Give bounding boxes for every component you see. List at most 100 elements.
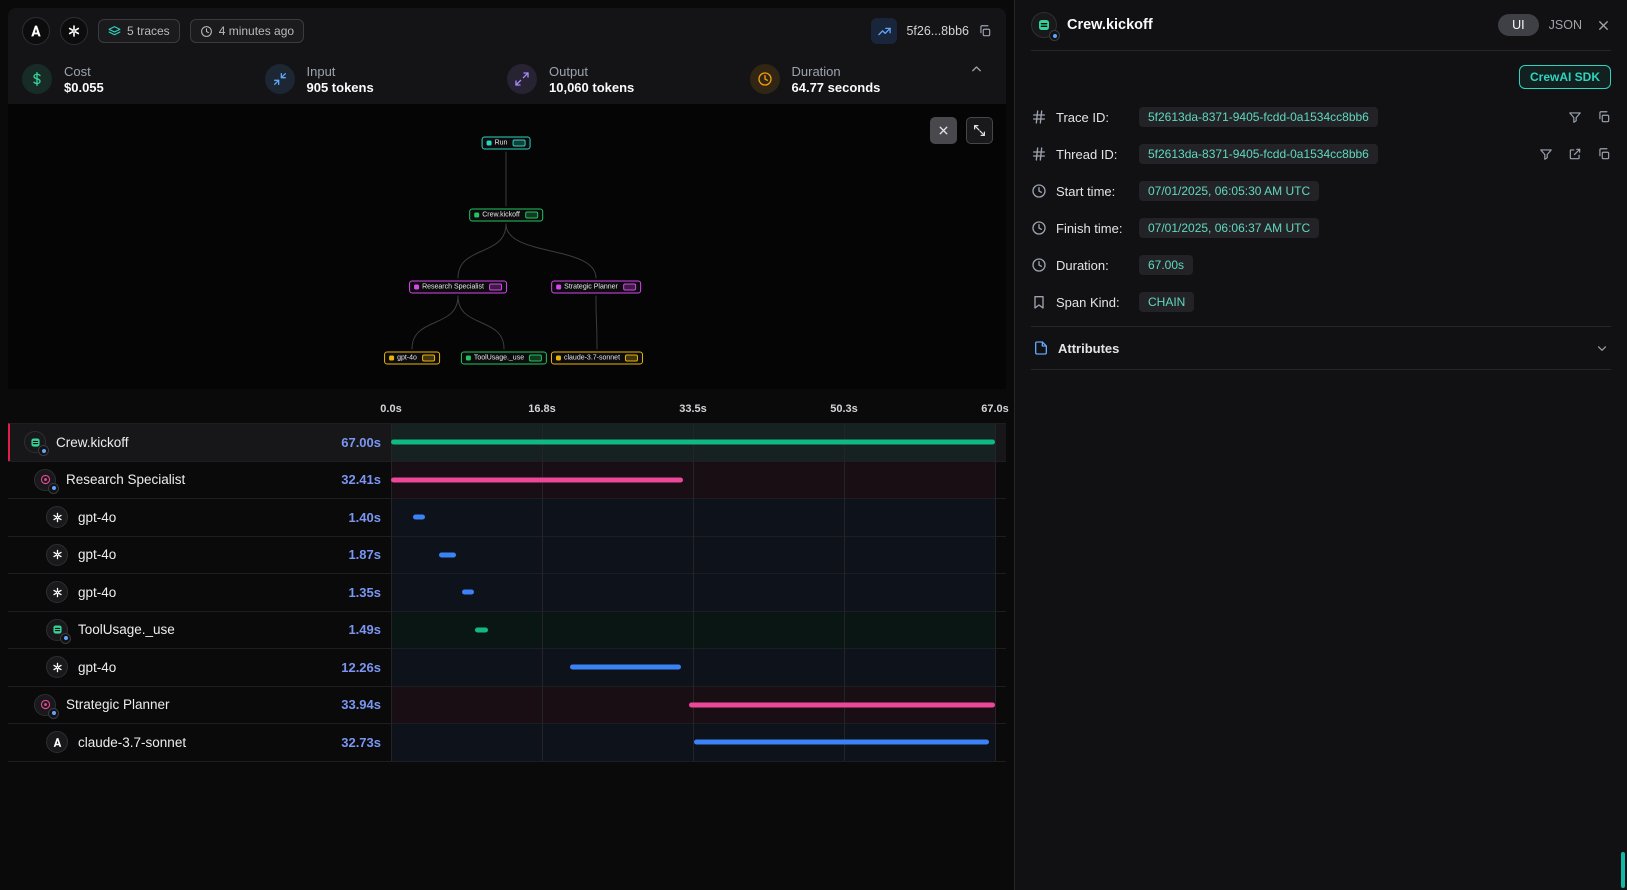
stat-label: Output: [549, 64, 634, 79]
trending-up-icon: [877, 24, 892, 39]
anthropic-logo-icon: [22, 17, 50, 45]
filter-icon[interactable]: [1568, 110, 1582, 124]
node-label: Run: [495, 140, 508, 147]
span-name-cell: Strategic Planner33.94s: [8, 687, 391, 724]
stats-row: Cost$0.055Input905 tokensOutput10,060 to…: [8, 54, 1006, 104]
field-finish-time-: Finish time:07/01/2025, 06:06:37 AM UTC: [1031, 215, 1611, 241]
close-panel-button[interactable]: [1596, 18, 1611, 33]
external-icon[interactable]: [1568, 147, 1582, 161]
trace-main-area: 5 traces 4 minutes ago 5f26...8bb6: [0, 0, 1014, 890]
field-value: 5f2613da-8371-9405-fcdd-0a1534cc8bb6: [1139, 144, 1378, 164]
stat-duration: Duration64.77 seconds: [750, 64, 993, 95]
span-track: [391, 537, 995, 574]
stat-output: Output10,060 tokens: [507, 64, 750, 95]
node-type-dot: [556, 285, 561, 290]
field-label: Finish time:: [1056, 221, 1130, 236]
span-name: gpt-4o: [78, 585, 116, 600]
span-duration: 1.35s: [348, 585, 391, 600]
field-span-kind-: Span Kind:CHAIN: [1031, 289, 1611, 315]
expand-graph-button[interactable]: [966, 117, 993, 144]
scrollbar-thumb[interactable]: [1621, 852, 1625, 888]
span-row-strategic-planner[interactable]: Strategic Planner33.94s: [8, 686, 1006, 724]
node-tag: [489, 284, 502, 291]
instrumentation-mini-badge: [38, 445, 49, 456]
copy-icon[interactable]: [1597, 110, 1611, 124]
span-bar[interactable]: [694, 740, 989, 745]
span-bar[interactable]: [475, 627, 488, 632]
axis-tick: 16.8s: [528, 403, 556, 415]
span-row-gpt-4o[interactable]: gpt-4o1.40s: [8, 498, 1006, 536]
stats-items: Cost$0.055Input905 tokensOutput10,060 to…: [22, 64, 992, 95]
span-duration: 12.26s: [341, 660, 391, 675]
span-row-crew-kickoff[interactable]: Crew.kickoff67.00s: [8, 423, 1006, 461]
tab-ui[interactable]: UI: [1498, 14, 1539, 36]
openai-icon: [46, 656, 68, 678]
crew-icon: [24, 431, 46, 453]
span-name: Crew.kickoff: [56, 435, 129, 450]
graph-node-run[interactable]: Run: [482, 137, 531, 150]
agent-icon: [34, 694, 56, 716]
span-row-claude-3-7-sonnet[interactable]: claude-3.7-sonnet32.73s: [8, 723, 1006, 761]
traces-count-label: 5 traces: [127, 24, 170, 38]
span-duration: 32.73s: [341, 735, 391, 750]
trace-graph-canvas[interactable]: Run Crew.kickoff Research Specialist Strate…: [8, 104, 1006, 389]
copy-trace-id-button[interactable]: [978, 24, 992, 38]
field-label: Span Kind:: [1056, 295, 1130, 310]
span-track: [391, 724, 995, 761]
span-row-gpt-4o[interactable]: gpt-4o12.26s: [8, 648, 1006, 686]
graph-node-gpt[interactable]: gpt-4o: [384, 352, 440, 365]
span-bar[interactable]: [391, 477, 683, 482]
timeline-rows: Crew.kickoff67.00sResearch Specialist32.…: [8, 423, 1006, 762]
trend-chart-button[interactable]: [871, 18, 897, 44]
span-track: [391, 649, 995, 686]
field-label: Thread ID:: [1056, 147, 1130, 162]
instrumentation-mini-badge: [1049, 30, 1060, 41]
graph-node-crew[interactable]: Crew.kickoff: [469, 209, 543, 222]
attributes-section-toggle[interactable]: Attributes: [1031, 326, 1611, 370]
crewai-sdk-badge[interactable]: CrewAI SDK: [1519, 65, 1611, 89]
span-row-gpt-4o[interactable]: gpt-4o1.87s: [8, 536, 1006, 574]
graph-node-tool[interactable]: ToolUsage._use: [461, 352, 547, 365]
span-bar[interactable]: [462, 590, 474, 595]
chevron-down-icon[interactable]: [1595, 341, 1609, 355]
span-bar[interactable]: [391, 440, 995, 445]
graph-node-claude[interactable]: claude-3.7-sonnet: [551, 352, 643, 365]
field-value: 67.00s: [1139, 255, 1193, 275]
clock-icon: [1031, 220, 1047, 236]
node-type-dot: [389, 356, 394, 361]
span-bar[interactable]: [570, 665, 681, 670]
anthropic-icon: [46, 731, 68, 753]
copy-icon[interactable]: [1597, 147, 1611, 161]
span-row-research-specialist[interactable]: Research Specialist32.41s: [8, 461, 1006, 499]
file-icon: [1033, 340, 1049, 356]
graph-node-research[interactable]: Research Specialist: [409, 281, 507, 294]
detail-panel-header: Crew.kickoff UI JSON: [1031, 0, 1611, 51]
stat-value: $0.055: [64, 80, 104, 95]
graph-node-strategic[interactable]: Strategic Planner: [551, 281, 641, 294]
detail-panel-tabs: UI JSON: [1498, 14, 1611, 36]
expand-icon: [973, 124, 986, 137]
span-name: Research Specialist: [66, 472, 185, 487]
traces-count-badge[interactable]: 5 traces: [98, 19, 180, 43]
trace-topbar: 5 traces 4 minutes ago 5f26...8bb6: [8, 8, 1006, 54]
node-tag: [623, 284, 636, 291]
span-bar[interactable]: [689, 702, 995, 707]
span-track: [391, 462, 995, 499]
span-bar[interactable]: [439, 552, 456, 557]
span-name-cell: gpt-4o1.87s: [8, 537, 391, 574]
span-duration: 33.94s: [341, 697, 391, 712]
stat-input: Input905 tokens: [265, 64, 508, 95]
span-bar[interactable]: [413, 515, 426, 520]
filter-icon[interactable]: [1539, 147, 1553, 161]
node-label: claude-3.7-sonnet: [564, 355, 620, 362]
span-name: gpt-4o: [78, 547, 116, 562]
span-name: gpt-4o: [78, 510, 116, 525]
node-tag: [512, 140, 525, 147]
tab-json[interactable]: JSON: [1549, 18, 1582, 32]
close-graph-button[interactable]: [930, 117, 957, 144]
span-row-toolusage-use[interactable]: ToolUsage._use1.49s: [8, 611, 1006, 649]
collapse-stats-chevron-up-icon[interactable]: [969, 62, 984, 82]
layers-icon: [108, 25, 121, 38]
span-row-gpt-4o[interactable]: gpt-4o 1.35s: [8, 573, 1006, 611]
span-name-cell: Research Specialist32.41s: [8, 462, 391, 499]
